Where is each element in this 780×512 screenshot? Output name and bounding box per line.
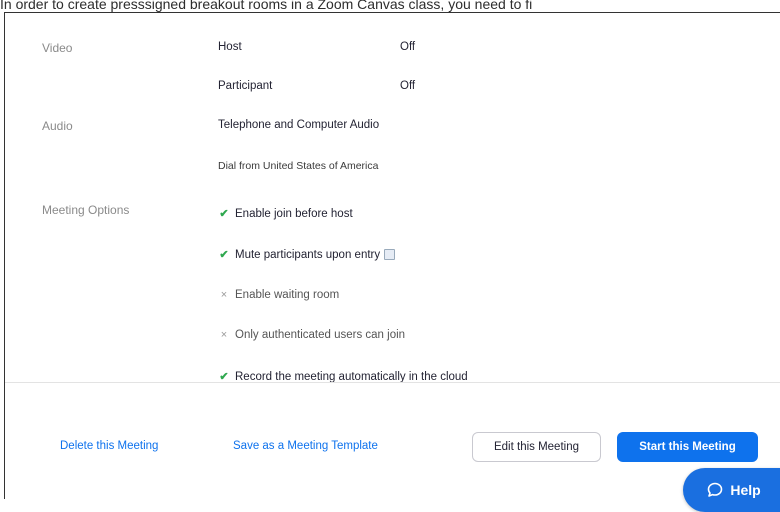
dial-from-text: Dial from United States of America <box>218 160 379 172</box>
audio-value: Telephone and Computer Audio <box>218 119 380 131</box>
option-join-before-host: ✔ Enable join before host <box>218 207 353 221</box>
info-icon[interactable] <box>384 249 396 260</box>
footer-divider <box>5 382 780 383</box>
save-template-link[interactable]: Save as a Meeting Template <box>233 440 378 452</box>
option-text: Enable waiting room <box>235 289 340 301</box>
option-mute-on-entry: ✔ Mute participants upon entry <box>218 248 396 261</box>
option-text: Enable join before host <box>235 207 353 220</box>
check-icon: ✔ <box>219 208 229 220</box>
cross-icon: × <box>220 289 228 301</box>
participant-video-value: Off <box>400 80 416 92</box>
host-label: Host <box>218 41 242 53</box>
chat-bubble-icon <box>708 482 723 497</box>
check-icon: ✔ <box>219 249 229 261</box>
help-label: Help <box>730 482 761 498</box>
meeting-options-label: Meeting Options <box>42 203 130 217</box>
audio-label: Audio <box>42 119 73 133</box>
meeting-details-panel: Video Host Off Participant Off Audio Tel… <box>4 12 780 512</box>
option-authenticated-only: × Only authenticated users can join <box>218 329 405 341</box>
cross-icon: × <box>220 329 228 341</box>
edit-meeting-button[interactable]: Edit this Meeting <box>472 432 601 462</box>
help-button[interactable]: Help <box>683 468 780 512</box>
delete-meeting-link[interactable]: Delete this Meeting <box>60 440 158 452</box>
participant-label: Participant <box>218 80 273 92</box>
start-meeting-button[interactable]: Start this Meeting <box>617 432 758 462</box>
host-video-value: Off <box>400 41 416 53</box>
option-text: Only authenticated users can join <box>235 329 406 341</box>
video-label: Video <box>42 41 73 55</box>
option-text: Record the meeting automatically in the … <box>235 370 468 383</box>
option-waiting-room: × Enable waiting room <box>218 289 339 301</box>
option-text: Mute participants upon entry <box>235 248 381 261</box>
page-caption: In order to create presssigned breakout … <box>0 0 533 12</box>
